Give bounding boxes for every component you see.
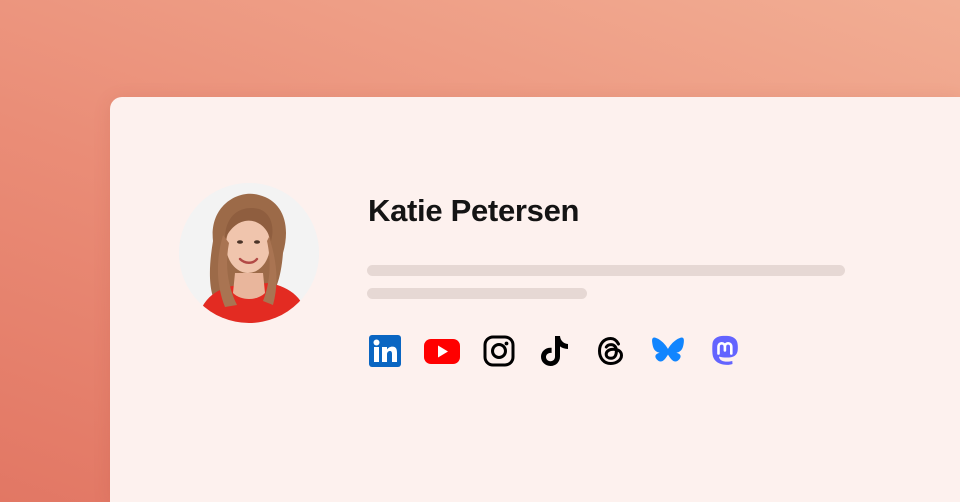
instagram-link[interactable] [482,334,516,368]
threads-icon [597,336,624,366]
bluesky-link[interactable] [650,334,686,368]
avatar [179,183,319,323]
profile-name: Katie Petersen [368,193,580,228]
placeholder-line [367,265,845,276]
signature-card: Katie Petersen [110,97,960,502]
social-links [368,334,742,368]
mastodon-icon [712,335,738,365]
bluesky-icon [652,337,684,362]
youtube-link[interactable] [424,334,460,368]
mastodon-link[interactable] [708,334,742,368]
instagram-icon [483,335,515,367]
tiktok-icon [541,336,568,366]
linkedin-icon [369,335,401,367]
linkedin-link[interactable] [368,334,402,368]
tiktok-link[interactable] [538,334,572,368]
threads-link[interactable] [594,334,628,368]
profile-photo [179,183,319,323]
placeholder-line [367,288,587,299]
youtube-icon [424,339,460,364]
